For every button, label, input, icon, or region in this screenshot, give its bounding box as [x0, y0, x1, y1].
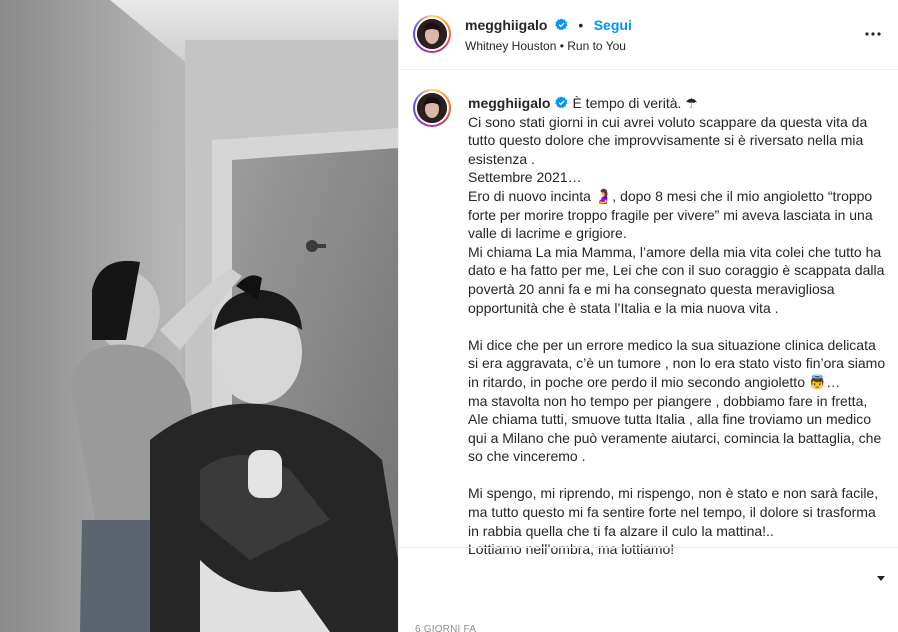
caption-line: Mi dice che per un errore medico la sua …	[468, 336, 889, 390]
caption-line: Ci sono stati giorni in cui avrei voluto…	[468, 113, 872, 167]
post-media[interactable]	[0, 0, 398, 632]
caption-username[interactable]: megghiigalo	[468, 95, 550, 111]
header-user-line: megghiigalo • Segui	[465, 17, 632, 35]
post-photo	[0, 0, 398, 632]
caption-text: megghiigalo È tempo di verità. ☂ Ci sono…	[468, 94, 888, 559]
chevron-down-icon[interactable]	[877, 574, 885, 582]
audio-track-link[interactable]: Whitney Houston • Run to You	[465, 39, 626, 53]
verified-badge-icon	[555, 96, 568, 109]
post-panel: megghiigalo • Segui Whitney Houston • Ru…	[398, 0, 898, 632]
header-separator: •	[578, 17, 584, 33]
post-header: megghiigalo • Segui Whitney Houston • Ru…	[399, 0, 898, 70]
more-horizontal-icon[interactable]	[861, 24, 885, 44]
caption-line: Ero di nuovo incinta 🤰, dopo 8 mesi che …	[468, 187, 877, 242]
post-timestamp: 6 GIORNI FA	[415, 624, 477, 632]
avatar-photo	[417, 19, 447, 49]
caption-line: Mi spengo, mi riprendo, mi rispengo, non…	[468, 485, 882, 539]
caption-author-avatar[interactable]	[413, 89, 451, 127]
caption-line: È tempo di verità. ☂	[572, 95, 698, 111]
caption-line: Lottiamo nell’ombra, ma lottiamo!	[468, 541, 675, 558]
avatar-photo	[417, 93, 447, 123]
caption-line: Mi chiama La mia Mamma, l’amore della mi…	[468, 243, 889, 316]
author-avatar[interactable]	[413, 15, 451, 53]
author-username[interactable]: megghiigalo	[465, 17, 547, 33]
follow-button[interactable]: Segui	[594, 17, 632, 33]
caption-line: Settembre 2021…	[468, 169, 582, 186]
verified-badge-icon	[555, 18, 568, 31]
caption-line: ma stavolta non ho tempo per piangere , …	[468, 392, 886, 465]
caption-first-line: megghiigalo È tempo di verità. ☂	[468, 94, 888, 113]
actions-divider	[399, 547, 898, 548]
